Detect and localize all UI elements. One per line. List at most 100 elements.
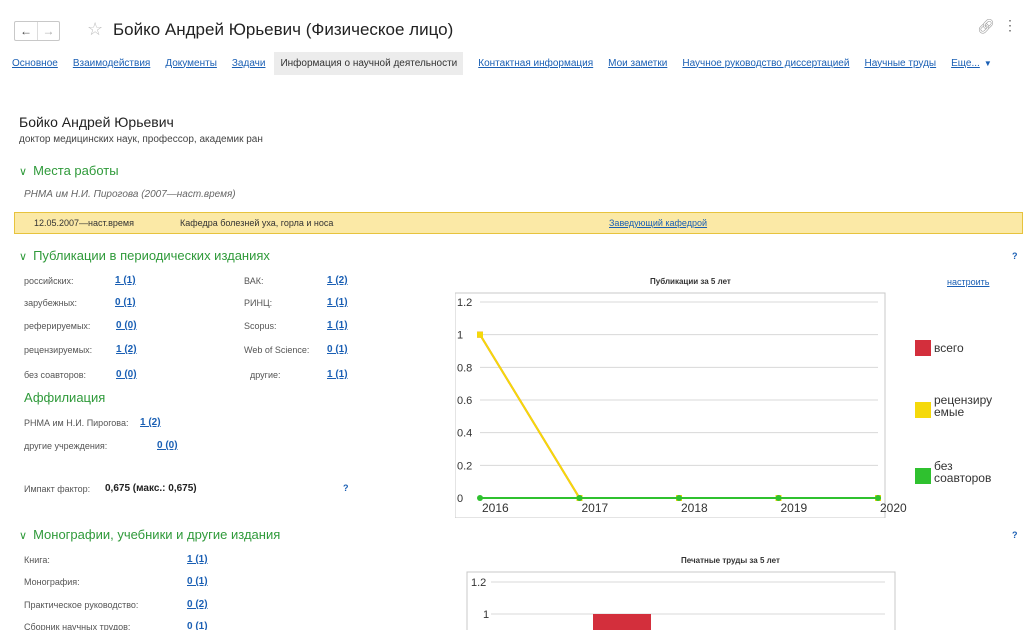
chart-title-printed: Печатные труды за 5 лет	[681, 556, 780, 565]
pub-index-label: РИНЦ:	[244, 298, 273, 308]
pub-stat-value-link[interactable]: 1 (1)	[115, 275, 136, 286]
y-tick-label: 1.2	[471, 577, 486, 589]
affiliation-value-link[interactable]: 1 (2)	[140, 417, 161, 428]
tab-bar: Основное Взаимодействия Документы Задачи Инф…	[12, 51, 992, 75]
series-line	[479, 334, 878, 499]
y-tick-label: 1	[457, 330, 463, 342]
pub-index-label: другие:	[250, 370, 281, 380]
x-tick-label: 2016	[482, 501, 509, 515]
affiliation-label: РНМА им Н.И. Пирогова:	[24, 418, 129, 428]
series-point	[676, 495, 682, 501]
chevron-down-icon[interactable]: ▼	[984, 59, 992, 68]
y-tick-label: 0.2	[457, 460, 472, 472]
tabs-more-button[interactable]: Еще...	[951, 58, 980, 69]
pub-index-value-link[interactable]: 1 (1)	[327, 369, 348, 380]
chevron-down-icon: ∨	[19, 251, 28, 263]
workplaces-section-header[interactable]: ∨ Места работы	[19, 163, 119, 178]
monographs-help-icon[interactable]: ?	[1012, 530, 1018, 540]
tab-item[interactable]: Контактная информация	[478, 58, 593, 69]
x-tick-label: 2020	[880, 501, 907, 515]
monograph-type-label: Сборник научных трудов:	[24, 622, 131, 630]
link-icon[interactable]: 🔗︎	[977, 18, 995, 35]
pub-index-value-link[interactable]: 1 (1)	[327, 297, 348, 308]
tab-item[interactable]: Задачи	[232, 58, 266, 69]
star-icon[interactable]: ☆	[87, 20, 103, 38]
chart-title-publications: Публикации за 5 лет	[650, 277, 731, 286]
printed-works-chart: 1.21	[466, 571, 896, 630]
chart-frame	[455, 292, 886, 518]
more-vertical-icon[interactable]: ⋮	[1003, 17, 1017, 34]
x-tick-label: 2018	[681, 501, 708, 515]
legend-label: емые	[934, 405, 965, 419]
chart-frame	[466, 571, 896, 630]
job-row[interactable]: 12.05.2007—наст.время Кафедра болезней у…	[14, 212, 1023, 234]
series-point	[576, 495, 583, 501]
monograph-type-label: Практическое руководство:	[24, 600, 139, 610]
person-name: Бойко Андрей Юрьевич	[19, 114, 174, 130]
y-tick-label: 0.8	[457, 362, 472, 374]
pub-stat-label: реферируемых:	[24, 321, 91, 331]
legend-swatch	[915, 402, 931, 418]
section-title: Публикации в периодических изданиях	[33, 248, 270, 263]
job-department: Кафедра болезней уха, горла и носа	[180, 218, 334, 228]
monograph-value-link[interactable]: 0 (1)	[187, 621, 208, 630]
y-tick-label: 1	[483, 609, 489, 621]
pub-index-label: ВАК:	[244, 276, 264, 286]
x-tick-label: 2019	[781, 501, 808, 515]
monograph-value-link[interactable]: 0 (2)	[187, 599, 208, 610]
pub-stat-label: рецензируемых:	[24, 345, 93, 355]
series-point	[875, 495, 881, 501]
tab-item[interactable]: Документы	[165, 58, 217, 69]
tab-item[interactable]: Взаимодействия	[73, 58, 151, 69]
job-position-link[interactable]: Заведующий кафедрой	[609, 218, 707, 228]
nav-buttons: ← →	[14, 21, 60, 41]
job-period: 12.05.2007—наст.время	[34, 218, 134, 228]
affiliation-value-link[interactable]: 0 (0)	[157, 440, 178, 451]
series-point	[477, 495, 483, 501]
tab-item[interactable]: Научные труды	[864, 58, 936, 69]
impact-factor-label: Импакт фактор:	[24, 484, 91, 494]
impact-help-icon[interactable]: ?	[343, 483, 349, 493]
y-tick-label: 1.2	[457, 297, 472, 309]
legend-label: соавторов	[934, 471, 991, 485]
pub-index-value-link[interactable]: 1 (2)	[327, 275, 348, 286]
forward-arrow-icon[interactable]: →	[37, 22, 59, 40]
pub-stat-value-link[interactable]: 0 (0)	[116, 320, 137, 331]
series-point	[775, 495, 782, 501]
back-arrow-icon[interactable]: ←	[15, 22, 37, 40]
configure-link[interactable]: настроить	[947, 277, 989, 287]
publications-help-icon[interactable]: ?	[1012, 251, 1018, 261]
tab-item[interactable]: Информация о научной деятельности	[274, 51, 464, 75]
legend-swatch	[915, 340, 931, 356]
series-line	[479, 334, 878, 499]
legend-item	[915, 468, 931, 484]
pub-stat-value-link[interactable]: 0 (1)	[115, 297, 136, 308]
legend-swatch	[915, 468, 931, 484]
pub-index-value-link[interactable]: 1 (1)	[327, 320, 348, 331]
y-tick-label: 0	[457, 493, 463, 505]
impact-factor-value: 0,675 (макс.: 0,675)	[105, 483, 197, 494]
publications-section-header[interactable]: ∨ Публикации в периодических изданиях	[19, 248, 270, 263]
pub-index-value-link[interactable]: 0 (1)	[327, 344, 348, 355]
monograph-type-label: Монография:	[24, 577, 80, 587]
section-title: Места работы	[33, 163, 119, 178]
tab-item[interactable]: Мои заметки	[608, 58, 667, 69]
chevron-down-icon: ∨	[19, 166, 28, 178]
legend-label: всего	[934, 341, 964, 355]
y-tick-label: 0.6	[457, 395, 472, 407]
tab-item[interactable]: Основное	[12, 58, 58, 69]
bar	[593, 614, 651, 630]
window-titlebar: ← → ☆ Бойко Андрей Юрьевич (Физическое л…	[0, 0, 1023, 48]
pub-stat-value-link[interactable]: 0 (0)	[116, 369, 137, 380]
monographs-section-header[interactable]: ∨ Монографии, учебники и другие издания	[19, 527, 280, 542]
pub-index-label: Scopus:	[244, 321, 277, 331]
pub-stat-value-link[interactable]: 1 (2)	[116, 344, 137, 355]
person-degree: доктор медицинских наук, профессор, акад…	[19, 134, 263, 145]
tab-item[interactable]: Научное руководство диссертацией	[682, 58, 849, 69]
x-tick-label: 2017	[582, 501, 609, 515]
chevron-down-icon: ∨	[19, 530, 28, 542]
publications-chart: 0 0.2 0.4 0.6 0.8 1 1.2 2016 2017 2018 2019 2020 все…	[455, 292, 992, 518]
monograph-value-link[interactable]: 1 (1)	[187, 554, 208, 565]
monograph-value-link[interactable]: 0 (1)	[187, 576, 208, 587]
pub-index-label: Web of Science:	[244, 345, 310, 355]
